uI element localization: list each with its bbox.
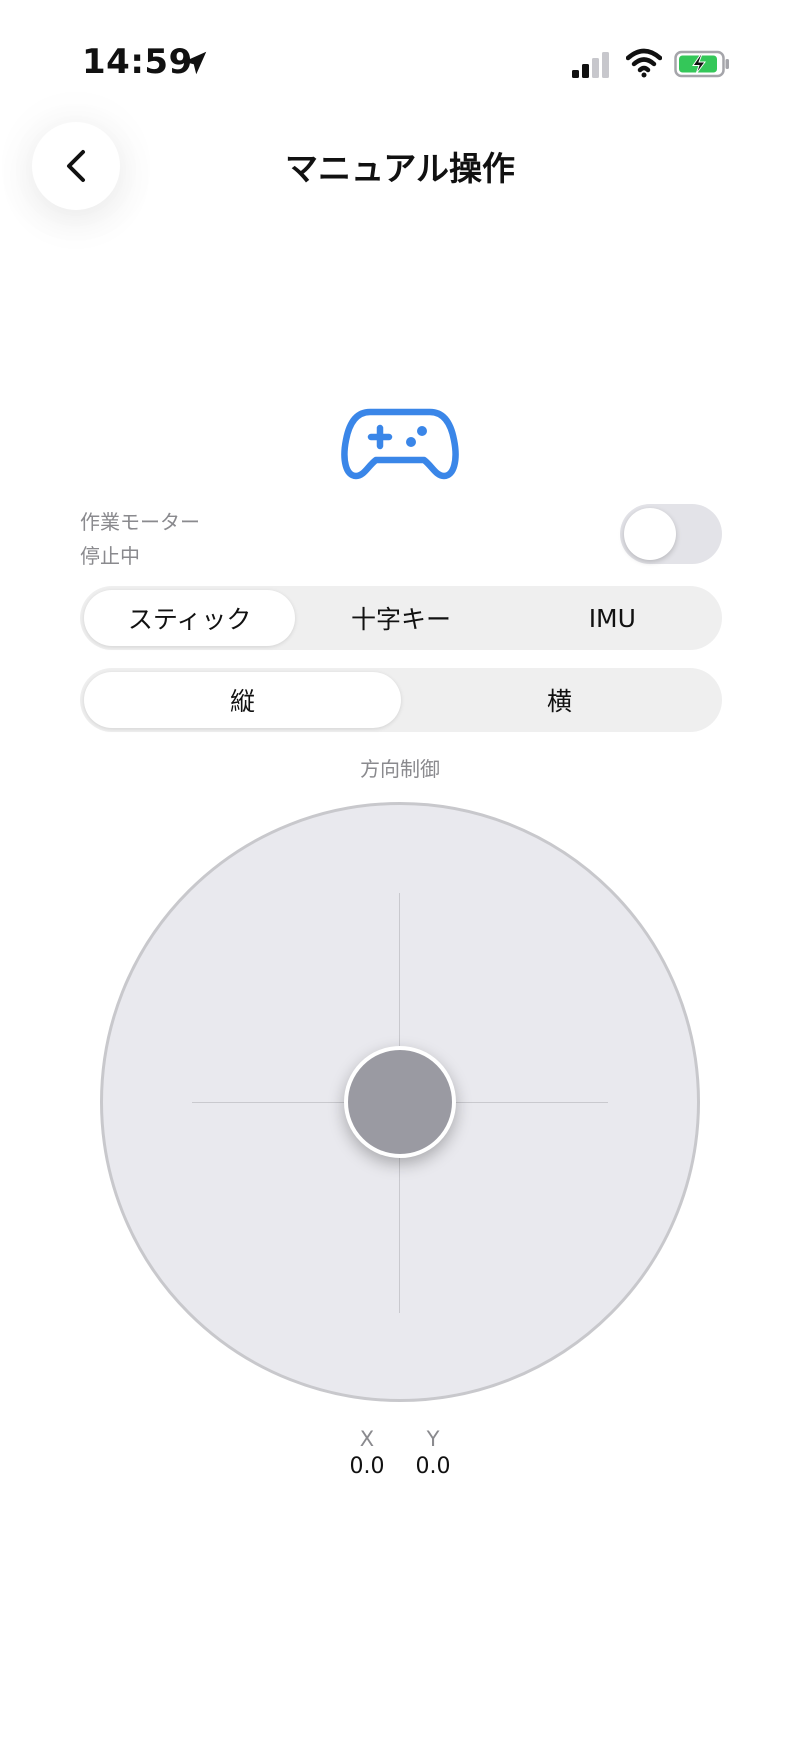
y-label: Y (426, 1427, 440, 1451)
tab-stick[interactable]: スティック (84, 590, 296, 646)
status-time: 14:59 (82, 42, 193, 82)
motor-label: 作業モーター (80, 510, 200, 534)
tab-imu[interactable]: IMU (507, 590, 718, 646)
direction-control-label: 方向制御 (360, 757, 440, 781)
joystick-knob[interactable] (344, 1046, 456, 1158)
x-value: 0.0 (349, 1454, 385, 1479)
x-label: X (359, 1427, 375, 1451)
mode-segmented-control: スティック 十字キー IMU (80, 586, 722, 650)
battery-charging-icon (674, 50, 729, 78)
toggle-knob (624, 508, 676, 560)
axis-segmented-control: 縦 横 (80, 668, 722, 732)
motor-toggle[interactable] (620, 504, 722, 564)
location-arrow-icon (183, 51, 207, 75)
page-title: マニュアル操作 (284, 149, 515, 188)
tab-vertical[interactable]: 縦 (84, 672, 401, 728)
gamepad-icon (341, 408, 459, 480)
tab-dpad[interactable]: 十字キー (295, 590, 506, 646)
signal-icon (572, 52, 609, 78)
y-value: 0.0 (415, 1454, 451, 1479)
motor-status: 停止中 (80, 544, 140, 568)
tab-horizontal[interactable]: 横 (401, 672, 718, 728)
wifi-icon (626, 48, 662, 78)
